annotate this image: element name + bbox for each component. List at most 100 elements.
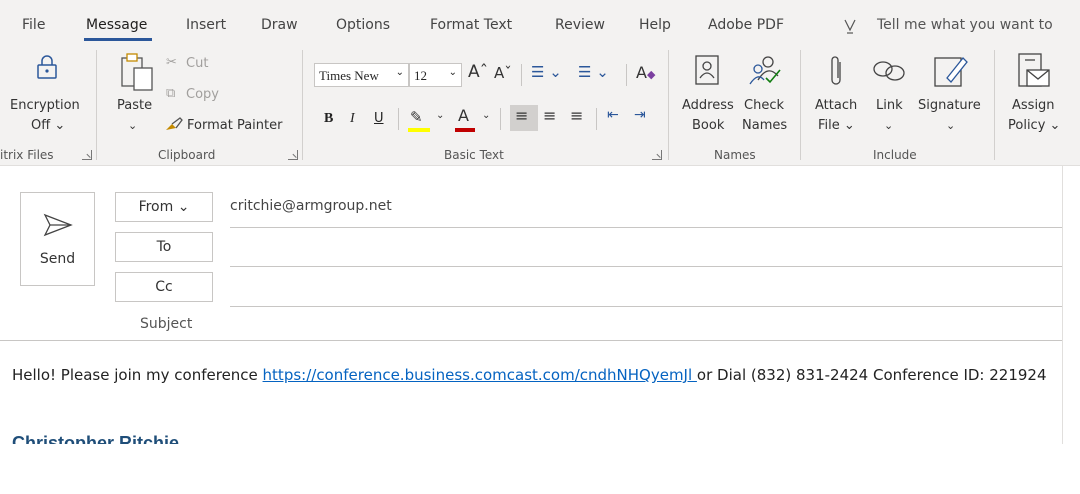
tab-insert[interactable]: Insert <box>186 17 226 33</box>
chevron-down-icon: ⌄ <box>884 119 894 132</box>
to-input[interactable] <box>230 232 1062 266</box>
basic-text-launcher-icon[interactable] <box>652 150 662 160</box>
menu-bar: File Message Insert Draw Options Format … <box>0 0 1080 42</box>
clear-formatting-icon[interactable]: A◆ <box>636 63 655 82</box>
underline-button[interactable]: U <box>374 111 384 126</box>
format-painter-label: Format Painter <box>187 118 283 133</box>
chevron-down-icon: ⌄ <box>128 119 138 132</box>
font-color-icon: A <box>458 106 469 125</box>
clipboard-launcher-icon[interactable] <box>288 150 298 160</box>
group-names: Names <box>714 148 756 162</box>
citrix-launcher-icon[interactable] <box>82 150 92 160</box>
italic-button[interactable]: I <box>350 111 355 127</box>
clipboard-icon <box>121 53 153 91</box>
body-suffix-text: or Dial (832) 831-2424 Conference ID: 22… <box>696 366 1047 384</box>
font-name-dropdown[interactable]: Times New ⌄ <box>314 63 409 87</box>
subject-label: Subject <box>140 316 193 332</box>
paste-label: Paste <box>117 98 153 113</box>
compose-right-border <box>1062 166 1063 444</box>
conference-link[interactable]: https://conference.business.comcast.com/… <box>263 366 697 384</box>
message-body[interactable]: Hello! Please join my conference https:/… <box>12 366 1047 384</box>
grow-font-icon[interactable]: Aˆ <box>468 62 488 82</box>
scissors-icon: ✂ <box>166 55 177 70</box>
tab-draw[interactable]: Draw <box>261 17 298 33</box>
chevron-down-icon: ⌄ <box>436 110 445 121</box>
paintbrush-icon <box>166 117 183 130</box>
increase-indent-icon[interactable]: ⇥ <box>634 107 646 123</box>
signature-name: Christopher Ritchie <box>12 433 180 444</box>
from-button[interactable]: From ⌄ <box>115 192 213 222</box>
tab-adobe-pdf[interactable]: Adobe PDF <box>708 17 784 33</box>
attach-file-label-2: File ⌄ <box>818 118 855 133</box>
align-left-icon: ≡ <box>515 106 529 125</box>
ribbon-separator <box>302 50 303 160</box>
chevron-down-icon: ⌄ <box>482 110 491 121</box>
cut-label: Cut <box>186 56 209 71</box>
shrink-font-icon[interactable]: Aˇ <box>494 64 512 82</box>
check-names-label-1: Check <box>744 98 784 113</box>
address-book-icon <box>695 55 719 85</box>
bullets-icon[interactable]: ☰ ⌄ <box>531 63 562 81</box>
group-citrix-files: itrix Files <box>0 148 54 162</box>
ribbon-separator <box>994 50 995 160</box>
cc-underline <box>230 306 1062 307</box>
subject-input[interactable] <box>230 310 1062 340</box>
copy-icon: ⧉ <box>166 86 176 101</box>
ribbon-separator <box>96 50 97 160</box>
font-size-dropdown[interactable]: 12 ⌄ <box>409 63 462 87</box>
align-right-icon[interactable]: ≡ <box>570 106 583 125</box>
highlight-color-swatch <box>408 128 430 132</box>
encryption-label: Encryption <box>10 98 80 113</box>
send-button[interactable]: Send <box>20 192 95 286</box>
tab-message[interactable]: Message <box>86 17 147 33</box>
cc-input[interactable] <box>230 272 1062 306</box>
highlighter-icon: ✎ <box>410 108 423 126</box>
cc-button[interactable]: Cc <box>115 272 213 302</box>
check-names-label-2: Names <box>742 118 788 133</box>
ribbon-separator <box>800 50 801 160</box>
tab-format-text[interactable]: Format Text <box>430 17 512 33</box>
ribbon-divider <box>398 108 399 130</box>
font-color-swatch <box>455 128 475 132</box>
tab-file[interactable]: File <box>22 17 45 33</box>
link-label: Link <box>876 98 903 113</box>
ribbon-divider <box>626 64 627 86</box>
ribbon: Encryption Off ⌄ itrix Files Paste ⌄ ✂ C… <box>0 42 1080 166</box>
chevron-down-icon: ⌄ <box>395 67 404 78</box>
lightbulb-icon <box>844 19 856 34</box>
group-basic-text: Basic Text <box>444 148 504 162</box>
signature-icon <box>934 57 968 87</box>
group-clipboard: Clipboard <box>158 148 216 162</box>
address-book-label-2: Book <box>692 118 725 133</box>
lock-icon <box>37 55 57 79</box>
ribbon-divider <box>500 108 501 130</box>
body-prefix-text: Hello! Please join my conference <box>12 366 263 384</box>
align-center-icon[interactable]: ≡ <box>543 106 556 125</box>
assign-policy-label-2: Policy ⌄ <box>1008 118 1061 133</box>
assign-policy-label-1: Assign <box>1012 98 1055 113</box>
ribbon-divider <box>521 64 522 86</box>
numbering-icon[interactable]: ☰ ⌄ <box>578 63 609 81</box>
ribbon-separator <box>668 50 669 160</box>
chevron-down-icon: ⌄ <box>448 67 457 78</box>
check-names-icon <box>749 56 781 85</box>
from-underline <box>230 227 1062 228</box>
font-name-value: Times New <box>319 68 379 83</box>
tab-review[interactable]: Review <box>555 17 605 33</box>
group-include: Include <box>873 148 917 162</box>
attach-file-label-1: Attach <box>815 98 858 113</box>
encryption-state: Off ⌄ <box>31 118 66 133</box>
active-tab-indicator <box>84 38 152 41</box>
bold-button[interactable]: B <box>324 111 333 127</box>
tab-help[interactable]: Help <box>639 17 671 33</box>
to-button[interactable]: To <box>115 232 213 262</box>
font-size-value: 12 <box>414 68 427 83</box>
decrease-indent-icon[interactable]: ⇤ <box>607 107 619 123</box>
copy-label: Copy <box>186 87 219 102</box>
to-underline <box>230 266 1062 267</box>
paperclip-icon <box>831 56 841 85</box>
chevron-down-icon: ⌄ <box>946 119 956 132</box>
tab-options[interactable]: Options <box>336 17 390 33</box>
tell-me-search[interactable]: Tell me what you want to <box>877 17 1053 33</box>
signature-label: Signature <box>918 98 981 113</box>
